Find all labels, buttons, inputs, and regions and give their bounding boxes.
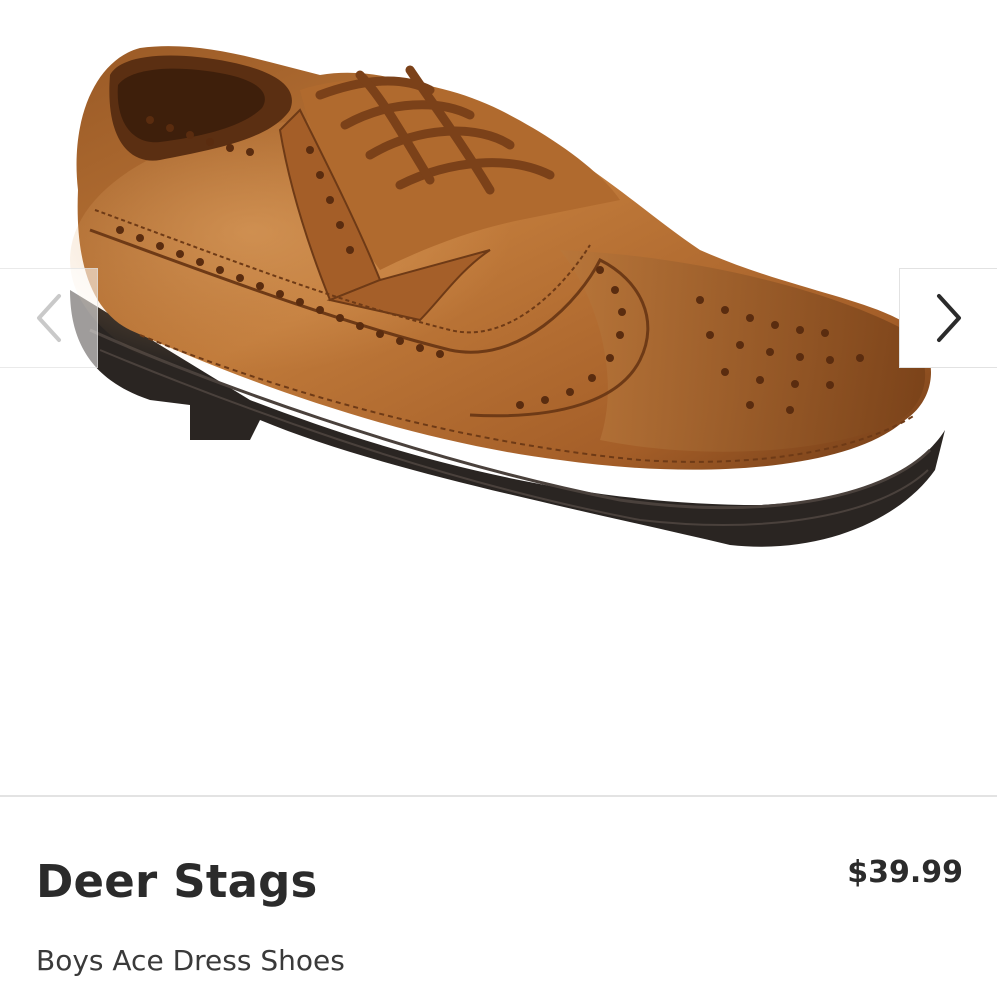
section-divider — [0, 795, 997, 797]
product-name: Boys Ace Dress Shoes — [36, 944, 345, 977]
product-image-gallery[interactable] — [0, 0, 997, 795]
product-brand[interactable]: Deer Stags — [36, 855, 318, 908]
product-image — [0, 0, 997, 795]
previous-image-button[interactable] — [0, 268, 98, 368]
chevron-right-icon — [936, 294, 961, 342]
next-image-button[interactable] — [899, 268, 997, 368]
product-price: $39.99 — [847, 855, 963, 890]
product-detail-page: Deer Stags $39.99 Boys Ace Dress Shoes — [0, 0, 997, 1000]
chevron-left-icon — [36, 294, 61, 342]
